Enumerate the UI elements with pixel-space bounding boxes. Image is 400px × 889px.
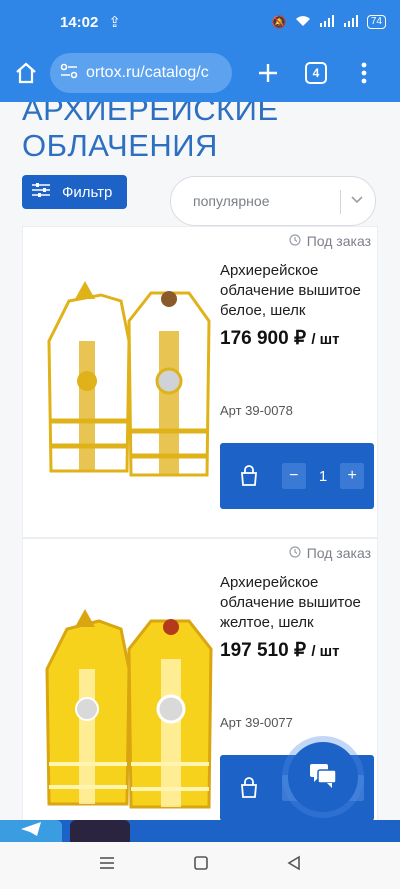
tab-switcher-button[interactable]: 4 (298, 55, 334, 91)
availability-text: Под заказ (306, 233, 371, 249)
quantity-decrease-button[interactable]: − (282, 463, 306, 489)
sort-value: популярное (193, 193, 270, 209)
product-name[interactable]: Архиерейское облачение вышитое белое, ше… (220, 261, 375, 321)
url-bar[interactable]: ortox.ru/catalog/c (50, 53, 232, 93)
robe-right (127, 291, 211, 477)
square-icon[interactable] (193, 855, 209, 876)
quantity-increase-button[interactable]: + (340, 463, 364, 489)
product-image[interactable] (39, 599, 217, 829)
menu-icon[interactable] (98, 855, 116, 876)
telegram-button[interactable] (0, 820, 62, 842)
page-content: АРХИЕРЕЙСКИЕ ОБЛАЧЕНИЯ Фильтр популярное… (0, 102, 400, 840)
battery-indicator: 74 (366, 15, 386, 29)
status-bar: 14:02 ⇪ 🔕 74 (0, 0, 400, 44)
clock-icon (289, 233, 301, 249)
product-sku: Арт 39-0078 (220, 403, 293, 418)
filter-icon (32, 183, 50, 201)
signal-icon (319, 14, 335, 30)
robe-right (127, 619, 213, 809)
widget-button[interactable] (70, 820, 130, 842)
sort-divider (340, 190, 341, 214)
robe-left (45, 609, 131, 806)
status-icons: 🔕 74 (271, 14, 386, 30)
price-unit: / шт (311, 331, 340, 348)
filter-button[interactable]: Фильтр (22, 175, 127, 209)
clock-icon (289, 545, 301, 561)
availability-text: Под заказ (306, 545, 371, 561)
chat-button[interactable] (288, 742, 358, 812)
page-title-line-1: АРХИЕРЕЙСКИЕ (22, 102, 279, 127)
product-sku: Арт 39-0077 (220, 715, 293, 730)
new-tab-icon[interactable] (250, 55, 286, 91)
system-nav-bar (0, 842, 400, 889)
filter-label: Фильтр (62, 183, 113, 201)
chat-icon (308, 761, 338, 794)
cart-icon[interactable] (238, 777, 260, 799)
product-card[interactable]: Под заказ Архиерейское облачение вышитое… (22, 226, 378, 538)
status-time: 14:02 (60, 13, 99, 31)
browser-toolbar: ortox.ru/catalog/c 4 (0, 44, 400, 102)
product-price: 197 510 ₽ / шт (220, 639, 340, 662)
upload-icon: ⇪ (108, 14, 121, 31)
home-icon[interactable] (8, 55, 44, 91)
wifi-icon (295, 15, 311, 30)
robe-left (47, 281, 131, 473)
product-name[interactable]: Архиерейское облачение вышитое желтое, ш… (220, 573, 375, 633)
signal-icon-2 (343, 14, 359, 30)
mute-icon: 🔕 (271, 15, 287, 29)
add-to-cart-box[interactable]: − 1 + (220, 443, 374, 509)
tab-count: 4 (305, 62, 327, 84)
cart-icon[interactable] (238, 465, 260, 487)
url-text: ortox.ru/catalog/c (86, 64, 209, 81)
price-unit: / шт (311, 643, 340, 660)
page-title-line-2: ОБЛАЧЕНИЯ (22, 128, 218, 163)
availability-badge: Под заказ (289, 545, 371, 561)
back-icon[interactable] (286, 855, 302, 876)
product-image[interactable] (39, 271, 217, 501)
chevron-down-icon (349, 192, 365, 211)
telegram-icon (20, 821, 42, 842)
sort-select[interactable]: популярное (170, 176, 376, 226)
page-title: АРХИЕРЕЙСКИЕ ОБЛАЧЕНИЯ (22, 102, 279, 164)
price-value: 197 510 ₽ (220, 640, 307, 661)
product-price: 176 900 ₽ / шт (220, 327, 340, 350)
site-settings-icon[interactable] (60, 63, 78, 84)
price-value: 176 900 ₽ (220, 328, 307, 349)
quantity-value[interactable]: 1 (306, 468, 341, 485)
more-menu-icon[interactable] (346, 55, 382, 91)
availability-badge: Под заказ (289, 233, 371, 249)
